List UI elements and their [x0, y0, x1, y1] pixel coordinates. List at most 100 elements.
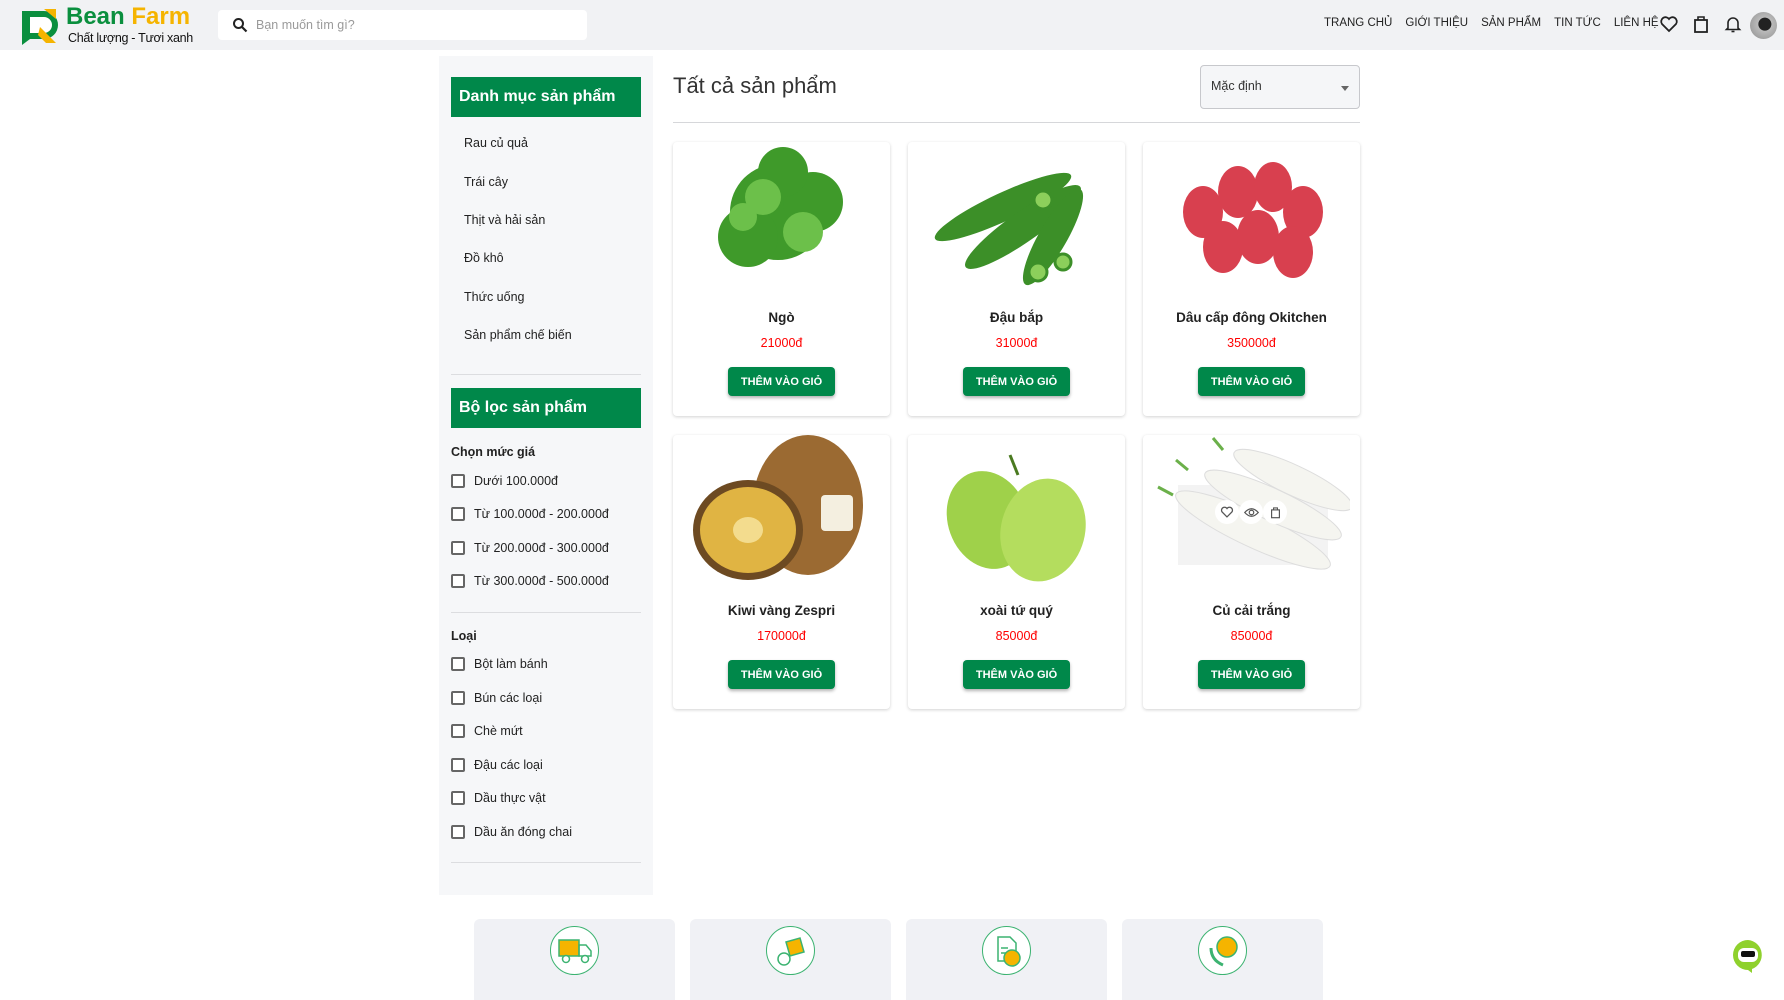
type-filter-checkbox[interactable]: Dầu thực vật [451, 791, 546, 805]
checkbox[interactable] [451, 825, 465, 839]
divider [451, 612, 641, 613]
divider [451, 862, 641, 863]
product-name[interactable]: Củ cải trắng [1143, 603, 1360, 618]
product-image[interactable] [918, 142, 1115, 297]
nav-contact[interactable]: LIÊN HỆ [1614, 17, 1659, 29]
product-image[interactable] [1153, 142, 1350, 297]
product-image[interactable] [918, 435, 1115, 590]
filter-title: Bộ lọc sản phẩm [451, 388, 641, 428]
logo-brand-1: Bean [66, 3, 125, 30]
checkbox[interactable] [451, 507, 465, 521]
price-group-label: Chọn mức giá [451, 445, 536, 459]
payment-icon [982, 926, 1031, 975]
type-filter-checkbox[interactable]: Dầu ăn đóng chai [451, 825, 572, 839]
category-item[interactable]: Thức uống [464, 290, 525, 304]
product-image[interactable] [683, 142, 880, 297]
eye-icon [1243, 507, 1259, 517]
product-name[interactable]: Ngò [673, 310, 890, 325]
chatbot-icon[interactable] [1731, 938, 1765, 974]
product-card[interactable]: Củ cải trắng 85000đ THÊM VÀO GIỎ [1143, 435, 1360, 709]
search-input[interactable] [256, 10, 576, 40]
checkbox[interactable] [451, 758, 465, 772]
type-filter-checkbox[interactable]: Bún các loại [451, 691, 542, 705]
chevron-down-icon [1341, 86, 1349, 91]
heart-icon [1220, 506, 1234, 518]
search-icon [233, 18, 248, 33]
product-image[interactable] [683, 435, 880, 590]
product-name[interactable]: Kiwi vàng Zespri [673, 603, 890, 618]
type-filter-checkbox[interactable]: Chè mứt [451, 724, 523, 738]
divider [451, 374, 641, 375]
type-group-label: Loại [451, 629, 477, 643]
product-price: 170000đ [757, 629, 806, 643]
feature-support [1122, 919, 1323, 1000]
price-filter-checkbox[interactable]: Dưới 100.000đ [451, 474, 558, 488]
product-price: 85000đ [995, 629, 1038, 643]
checkbox[interactable] [451, 724, 465, 738]
logo-tagline: Chất lượng - Tươi xanh [68, 31, 193, 45]
logo[interactable]: Bean Farm Chất lượng - Tươi xanh [20, 3, 200, 47]
feature-return [690, 919, 891, 1000]
return-box-icon [766, 926, 815, 975]
feature-free-shipping [474, 919, 675, 1000]
add-to-cart-button[interactable]: THÊM VÀO GIỎ [728, 660, 835, 689]
checkbox[interactable] [451, 657, 465, 671]
type-filter-checkbox[interactable]: Đậu các loại [451, 758, 543, 772]
logo-brand-2: Farm [131, 3, 191, 30]
category-item[interactable]: Trái cây [464, 175, 508, 189]
product-name[interactable]: Đậu bắp [908, 310, 1125, 325]
avatar[interactable] [1750, 12, 1777, 39]
quick-view-button[interactable] [1239, 500, 1263, 524]
category-item[interactable]: Đồ khô [464, 251, 504, 265]
page-title: Tất cả sản phẩm [673, 73, 837, 98]
checkbox[interactable] [451, 791, 465, 805]
categories-title: Danh mục sản phẩm [451, 77, 641, 117]
price-filter-checkbox[interactable]: Từ 300.000đ - 500.000đ [451, 574, 609, 588]
nav-news[interactable]: TIN TỨC [1554, 17, 1601, 29]
product-card[interactable]: xoài tứ quý 85000đ THÊM VÀO GIỎ [908, 435, 1125, 709]
checkbox[interactable] [451, 691, 465, 705]
logo-mark-icon [22, 9, 58, 45]
product-card[interactable]: Kiwi vàng Zespri 170000đ THÊM VÀO GIỎ [673, 435, 890, 709]
category-item[interactable]: Thịt và hải sản [464, 213, 545, 227]
support-24-icon [1198, 926, 1247, 975]
free-shipping-icon [550, 926, 599, 975]
nav-home[interactable]: TRANG CHỦ [1324, 17, 1392, 29]
bell-icon[interactable] [1723, 14, 1743, 34]
checkbox[interactable] [451, 574, 465, 588]
add-to-cart-button[interactable]: THÊM VÀO GIỎ [963, 660, 1070, 689]
heart-icon[interactable] [1659, 14, 1679, 34]
product-price: 31000đ [995, 336, 1038, 350]
sort-select[interactable]: Mặc định [1200, 65, 1360, 109]
add-to-cart-button[interactable]: THÊM VÀO GIỎ [1198, 367, 1305, 396]
feature-payment [906, 919, 1107, 1000]
product-name[interactable]: Dâu cấp đông Okitchen [1143, 310, 1360, 325]
type-filter-checkbox[interactable]: Bột làm bánh [451, 657, 548, 671]
quick-add-cart-button[interactable] [1263, 500, 1287, 524]
checkbox[interactable] [451, 474, 465, 488]
shopping-bag-icon [1270, 506, 1280, 518]
category-item[interactable]: Rau củ quả [464, 136, 528, 150]
add-to-cart-button[interactable]: THÊM VÀO GIỎ [963, 367, 1070, 396]
divider [673, 122, 1360, 123]
product-card[interactable]: Dâu cấp đông Okitchen 350000đ THÊM VÀO G… [1143, 142, 1360, 416]
product-name[interactable]: xoài tứ quý [908, 603, 1125, 618]
category-item[interactable]: Sản phẩm chế biến [464, 328, 572, 342]
sidebar: Danh mục sản phẩm Rau củ quả Trái cây Th… [439, 56, 653, 895]
nav-about[interactable]: GIỚI THIỆU [1405, 17, 1468, 29]
wishlist-quick-button[interactable] [1215, 500, 1239, 524]
price-filter-checkbox[interactable]: Từ 100.000đ - 200.000đ [451, 507, 609, 521]
product-card[interactable]: Đậu bắp 31000đ THÊM VÀO GIỎ [908, 142, 1125, 416]
header: Bean Farm Chất lượng - Tươi xanh TRANG C… [0, 0, 1784, 50]
add-to-cart-button[interactable]: THÊM VÀO GIỎ [728, 367, 835, 396]
checkbox[interactable] [451, 541, 465, 555]
nav-products[interactable]: SẢN PHẨM [1481, 17, 1541, 29]
product-price: 350000đ [1227, 336, 1276, 350]
shopping-bag-icon[interactable] [1691, 14, 1711, 34]
price-filter-checkbox[interactable]: Từ 200.000đ - 300.000đ [451, 541, 609, 555]
product-card[interactable]: Ngò 21000đ THÊM VÀO GIỎ [673, 142, 890, 416]
main-nav: TRANG CHỦ GIỚI THIỆU SẢN PHẨM TIN TỨC LI… [1324, 17, 1659, 29]
add-to-cart-button[interactable]: THÊM VÀO GIỎ [1198, 660, 1305, 689]
search-box [218, 10, 587, 40]
product-price: 85000đ [1230, 629, 1273, 643]
